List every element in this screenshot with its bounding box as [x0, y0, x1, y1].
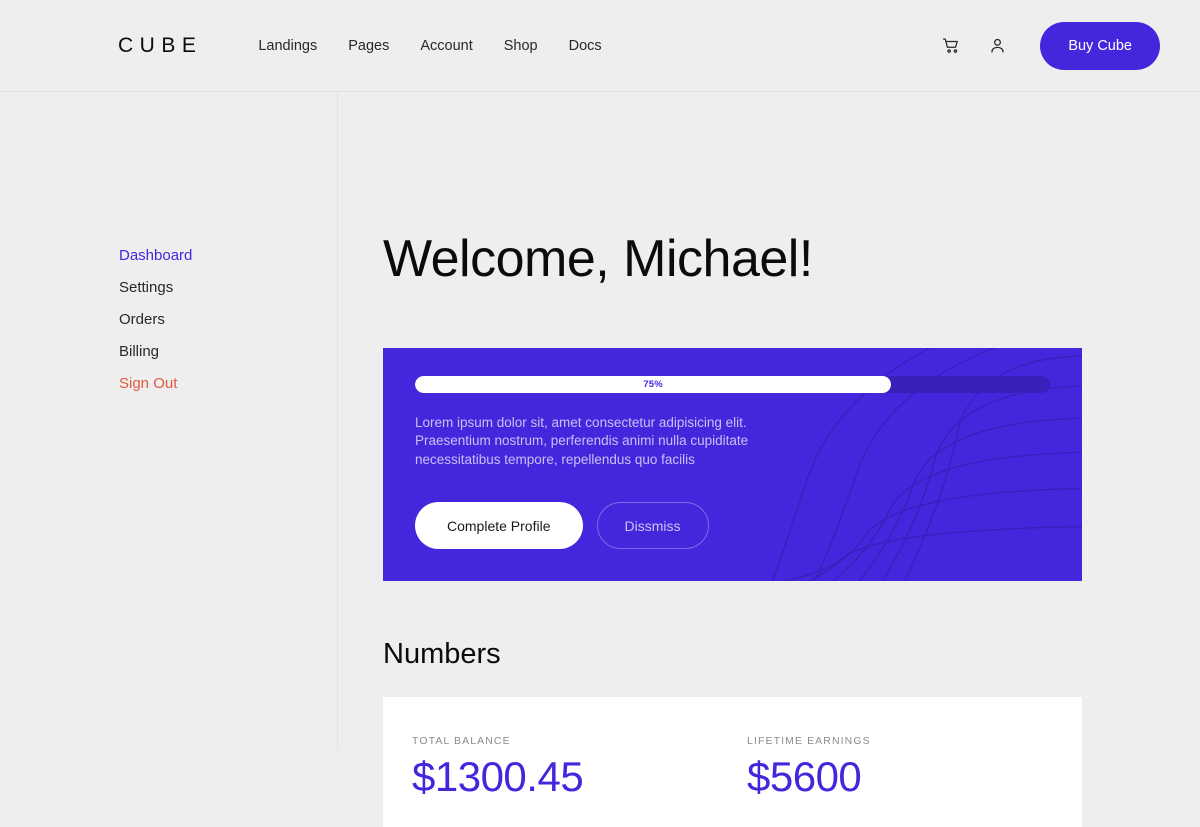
- numbers-section-title: Numbers: [383, 637, 501, 670]
- nav-item-landings[interactable]: Landings: [258, 38, 317, 54]
- profile-completion-banner: 75% Lorem ipsum dolor sit, amet consecte…: [383, 347, 1082, 581]
- site-header: CUBE Landings Pages Account Shop Docs Bu…: [0, 0, 1200, 92]
- buy-cube-button[interactable]: Buy Cube: [1040, 21, 1160, 70]
- banner-actions: Complete Profile Dissmiss: [415, 502, 1050, 550]
- dashboard-sidebar: Dashboard Settings Orders Billing Sign O…: [0, 92, 338, 750]
- banner-description: Lorem ipsum dolor sit, amet consectetur …: [415, 414, 749, 467]
- shopping-cart-icon[interactable]: [939, 34, 963, 58]
- nav-item-pages[interactable]: Pages: [348, 38, 389, 54]
- stat-total-balance: Total Balance $1300.45: [412, 735, 747, 827]
- page-body: Dashboard Settings Orders Billing Sign O…: [0, 92, 1200, 827]
- sidebar-item-orders[interactable]: Orders: [119, 304, 337, 336]
- stat-label: Lifetime Earnings: [747, 734, 871, 747]
- sidebar-item-sign-out[interactable]: Sign Out: [119, 368, 337, 400]
- stat-value: $5600: [747, 752, 862, 800]
- user-icon[interactable]: [985, 34, 1009, 58]
- stat-lifetime-earnings: Lifetime Earnings $5600: [747, 735, 1082, 827]
- sidebar-item-dashboard[interactable]: Dashboard: [119, 240, 337, 272]
- profile-progress-fill: 75%: [415, 375, 892, 393]
- nav-item-shop[interactable]: Shop: [504, 38, 538, 54]
- brand-logo[interactable]: CUBE: [118, 34, 202, 58]
- nav-item-docs[interactable]: Docs: [569, 38, 602, 54]
- sidebar-item-billing[interactable]: Billing: [119, 336, 337, 368]
- profile-progress-label: 75%: [643, 378, 663, 390]
- sidebar-item-settings[interactable]: Settings: [119, 272, 337, 304]
- numbers-card: Total Balance $1300.45 Lifetime Earnings…: [383, 696, 1082, 827]
- page-title: Welcome, Michael!: [383, 230, 813, 288]
- profile-progress-bar[interactable]: 75%: [415, 375, 1050, 393]
- header-actions: Buy Cube: [939, 21, 1160, 70]
- nav-item-account[interactable]: Account: [420, 38, 472, 54]
- stat-value: $1300.45: [412, 752, 584, 800]
- dashboard-main: Welcome, Michael! 75% Lorem ipsum dolor …: [338, 92, 1200, 827]
- primary-nav: Landings Pages Account Shop Docs: [258, 38, 601, 54]
- dismiss-button[interactable]: Dissmiss: [596, 502, 709, 550]
- complete-profile-button[interactable]: Complete Profile: [415, 502, 583, 550]
- stat-label: Total Balance: [412, 734, 511, 747]
- banner-content: 75% Lorem ipsum dolor sit, amet consecte…: [383, 348, 1082, 550]
